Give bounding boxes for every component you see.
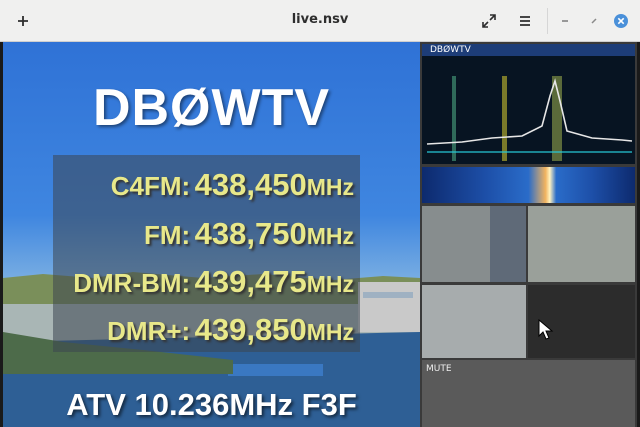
frequency-row: C4FM: 438,450MHz: [111, 167, 354, 203]
frequency-row: DMR-BM: 439,475MHz: [73, 264, 354, 300]
mouse-cursor-icon: [538, 319, 554, 340]
minimize-icon[interactable]: [551, 7, 579, 35]
frequency-value: 438,450: [194, 167, 307, 202]
window-title: live.nsv: [291, 12, 349, 27]
fullscreen-icon[interactable]: [475, 7, 503, 35]
video-side-column: DBØWTV MUTE: [420, 42, 637, 427]
atv-frequency-caption: ATV 10.236MHz F3F: [66, 387, 357, 422]
frequency-mode: DMR-BM:: [73, 268, 191, 298]
close-icon[interactable]: [607, 7, 635, 35]
frequency-unit: MHz: [306, 319, 354, 345]
camera-feed: [490, 206, 526, 282]
mute-label: MUTE: [426, 364, 452, 374]
titlebar-separator: [547, 8, 548, 34]
waterfall-display: [422, 167, 635, 203]
callsign-title: DBØWTV: [92, 79, 331, 137]
frequency-row: FM: 438,750MHz: [144, 216, 354, 252]
frequency-mode: C4FM:: [110, 171, 191, 201]
hamburger-menu-icon[interactable]: [511, 7, 539, 35]
frequency-unit: MHz: [306, 223, 354, 249]
frequency-row: DMR+: 439,850MHz: [107, 312, 354, 348]
frequency-value: 439,475: [194, 264, 307, 299]
video-main-frame: DBØWTV C4FM: 438,450MHz FM: 438,750MHz D…: [3, 42, 420, 427]
camera-feed: [422, 285, 526, 358]
spectrum-label: DBØWTV: [422, 44, 635, 56]
plus-icon[interactable]: [9, 7, 37, 35]
frequency-unit: MHz: [306, 174, 354, 200]
frequency-mode: DMR+:: [107, 316, 191, 346]
spectrum-trace: [426, 76, 633, 161]
frequency-value: 439,850: [194, 312, 307, 347]
video-area[interactable]: DBØWTV C4FM: 438,450MHz FM: 438,750MHz D…: [0, 42, 640, 427]
spectrum-display: DBØWTV: [422, 44, 635, 164]
maximize-icon[interactable]: [580, 7, 608, 35]
frequency-unit: MHz: [306, 271, 354, 297]
frequency-mode: FM:: [144, 220, 191, 250]
mute-tile: MUTE: [422, 360, 635, 427]
window-titlebar: live.nsv: [0, 0, 640, 42]
camera-feed: [528, 206, 635, 282]
frequency-value: 438,750: [194, 216, 307, 251]
